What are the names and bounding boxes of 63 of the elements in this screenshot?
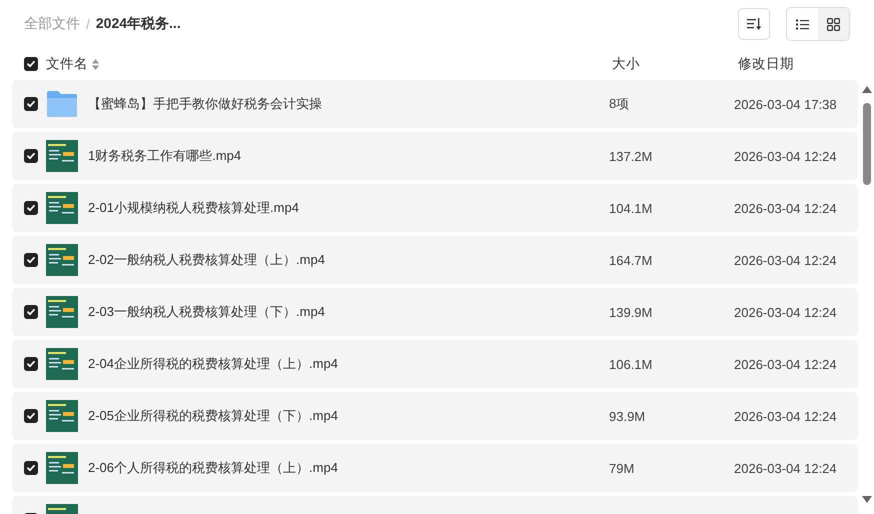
video-thumbnail <box>46 140 78 172</box>
file-name: 2-04企业所得税的税费核算处理（上）.mp4 <box>88 355 339 373</box>
modified-date: 2026-03-04 12:24 <box>734 460 838 476</box>
file-row[interactable]: 1财务税务工作有哪些.mp4 137.2M 2026-03-04 12:24 <box>12 132 858 180</box>
file-row[interactable]: 2-01小规模纳税人税费核算处理.mp4 104.1M 2026-03-04 12:24 <box>12 184 858 232</box>
video-thumbnail <box>46 400 78 432</box>
modified-date: 2026-03-04 17:38 <box>734 96 838 112</box>
list-icon <box>796 18 809 30</box>
file-size: 139.9M <box>609 304 654 320</box>
column-header[interactable]: 修改日期 <box>738 55 874 73</box>
file-size: 137.2M <box>609 148 654 164</box>
file-name: 2-01小规模纳税人税费核算处理.mp4 <box>88 199 300 217</box>
video-thumbnail <box>46 452 78 484</box>
checkbox[interactable] <box>24 409 38 423</box>
scrollbar-thumb[interactable] <box>863 103 871 185</box>
video-thumbnail <box>46 244 78 276</box>
checkbox[interactable] <box>24 305 38 319</box>
file-row[interactable]: 2-04企业所得税的税费核算处理（上）.mp4 106.1M 2026-03-04 12:24 <box>12 340 858 388</box>
folder-icon <box>46 90 78 118</box>
file-size: 164.7M <box>609 252 654 268</box>
grid-icon <box>827 18 840 30</box>
file-row[interactable]: 2-02一般纳税人税费核算处理（上）.mp4 164.7M 2026-03-04 12:24 <box>12 236 858 284</box>
video-thumbnail <box>46 192 78 224</box>
checkbox[interactable] <box>24 201 38 215</box>
file-name: 1财务税务工作有哪些.mp4 <box>88 147 242 165</box>
modified-date: 2026-03-04 12:24 <box>734 200 838 216</box>
column-header[interactable]: 文件名 <box>46 55 88 73</box>
breadcrumb-current: 2024年税务... <box>96 15 181 33</box>
grid-view-button[interactable] <box>818 8 849 40</box>
video-thumbnail <box>46 348 78 380</box>
file-size: 104.1M <box>609 200 654 216</box>
sort-icon <box>747 18 761 30</box>
file-size: 79M <box>609 460 636 476</box>
file-row[interactable]: 2-03一般纳税人税费核算处理（下）.mp4 139.9M 2026-03-04 12:24 <box>12 288 858 336</box>
modified-date: 2026-03-04 12:24 <box>734 304 838 320</box>
video-thumbnail <box>46 296 78 328</box>
file-size: 106.1M <box>609 356 654 372</box>
file-name: 【蜜蜂岛】手把手教你做好税务会计实操 <box>88 95 323 113</box>
file-row[interactable]: 【蜜蜂岛】手把手教你做好税务会计实操 8项 2026-03-04 17:38 <box>12 80 858 128</box>
breadcrumb-separator: / <box>86 16 90 32</box>
checkbox[interactable] <box>24 57 38 71</box>
column-header[interactable]: 大小 <box>612 55 738 73</box>
file-row[interactable]: 2-06个人所得税的税费核算处理（上）.mp4 79M 2026-03-04 12:24 <box>12 444 858 492</box>
checkbox[interactable] <box>24 461 38 475</box>
file-size: 8项 <box>609 95 630 113</box>
modified-date: 2026-03-04 12:24 <box>734 252 838 268</box>
file-name: 2-03一般纳税人税费核算处理（下）.mp4 <box>88 303 326 321</box>
file-name: 2-05企业所得税的税费核算处理（下）.mp4 <box>88 407 339 425</box>
file-row[interactable]: 2-05企业所得税的税费核算处理（下）.mp4 93.9M 2026-03-04 12:24 <box>12 392 858 440</box>
modified-date: 2026-03-04 12:24 <box>734 356 838 372</box>
scroll-up-icon <box>862 86 872 93</box>
modified-date: 2026-03-04 12:24 <box>734 408 838 424</box>
checkbox[interactable] <box>24 253 38 267</box>
sort-arrows-icon <box>92 58 99 70</box>
file-name: 2-02一般纳税人税费核算处理（上）.mp4 <box>88 251 326 269</box>
sort-button[interactable] <box>738 8 770 40</box>
file-name: 2-06个人所得税的税费核算处理（上）.mp4 <box>88 459 339 477</box>
checkbox[interactable] <box>24 97 38 111</box>
file-size: 93.9M <box>609 408 646 424</box>
checkbox[interactable] <box>24 149 38 163</box>
checkbox[interactable] <box>24 357 38 371</box>
scroll-down-icon <box>862 496 872 503</box>
modified-date: 2026-03-04 12:24 <box>734 148 838 164</box>
